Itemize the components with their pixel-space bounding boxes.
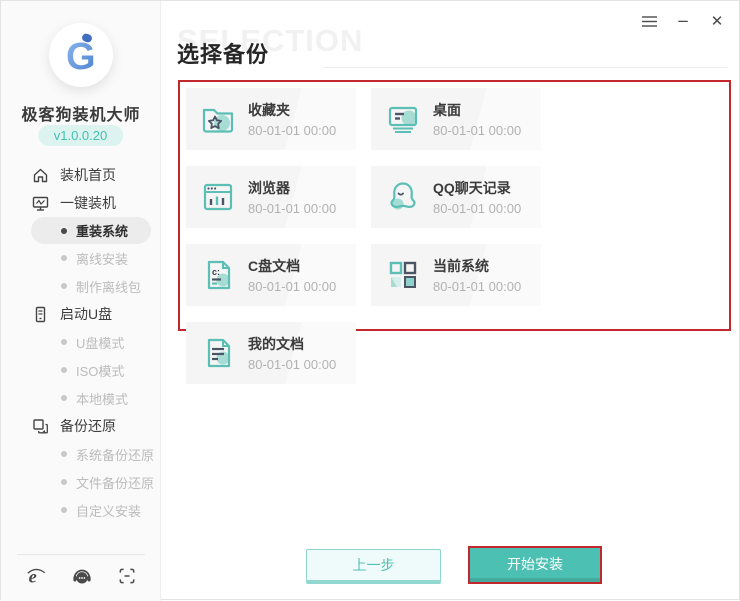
backup-item-time: 80-01-01 00:00 — [433, 201, 521, 216]
qr-scan-icon[interactable] — [117, 566, 137, 586]
c-drive-doc-icon: c: — [198, 255, 238, 295]
sidebar-item-label: 制作离线包 — [76, 277, 141, 296]
sidebar-item-label: 启动U盘 — [60, 304, 112, 324]
backup-card-desktop[interactable]: 桌面 80-01-01 00:00 — [371, 88, 541, 150]
backup-card-browser[interactable]: 浏览器 80-01-01 00:00 — [186, 166, 356, 228]
sidebar-item-system-backup-restore[interactable]: 系统备份还原 — [1, 440, 161, 468]
sidebar-item-one-key-install[interactable]: 一键装机 — [1, 189, 161, 217]
bullet-icon — [61, 283, 67, 289]
bullet-icon — [61, 479, 67, 485]
app-logo: G — [49, 23, 113, 87]
start-install-button[interactable]: 开始安装 — [468, 546, 602, 584]
bullet-icon — [61, 507, 67, 513]
backup-item-time: 80-01-01 00:00 — [433, 123, 521, 138]
sidebar-item-label: 本地模式 — [76, 389, 128, 408]
home-icon — [32, 167, 49, 184]
sidebar-item-label: 文件备份还原 — [76, 473, 154, 492]
sidebar-item-backup-restore[interactable]: 备份还原 — [1, 412, 161, 440]
sidebar: G 极客狗装机大师 v1.0.0.20 装机首页 一键装机 重装系统 离线安装 … — [1, 1, 161, 601]
sidebar-item-make-offline-pack[interactable]: 制作离线包 — [1, 272, 161, 300]
sidebar-item-offline-install[interactable]: 离线安装 — [1, 244, 161, 272]
sidebar-item-boot-usb[interactable]: 启动U盘 — [1, 300, 161, 328]
sidebar-footer-divider — [17, 554, 145, 555]
desktop-icon — [383, 99, 423, 139]
backup-card-favorites[interactable]: 收藏夹 80-01-01 00:00 — [186, 88, 356, 150]
backup-item-time: 80-01-01 00:00 — [433, 279, 521, 294]
backup-card-my-documents[interactable]: 我的文档 80-01-01 00:00 — [186, 322, 356, 384]
sidebar-item-label: 装机首页 — [60, 165, 116, 185]
svg-text:c:: c: — [212, 267, 220, 277]
dog-g-logo-icon: G — [58, 32, 104, 78]
sidebar-item-label: 一键装机 — [60, 193, 116, 213]
svg-text:G: G — [66, 36, 96, 78]
system-grid-icon — [383, 255, 423, 295]
backup-item-name: 当前系统 — [433, 256, 521, 276]
backup-card-current-system[interactable]: 当前系统 80-01-01 00:00 — [371, 244, 541, 306]
folder-star-icon — [198, 99, 238, 139]
previous-step-button[interactable]: 上一步 — [306, 549, 441, 584]
backup-selection-grid: 收藏夹 80-01-01 00:00 桌面 80-01-01 00:00 — [178, 80, 731, 331]
window-menu-button[interactable] — [639, 11, 659, 31]
sidebar-item-usb-mode[interactable]: U盘模式 — [1, 328, 161, 356]
backup-card-qq-chat[interactable]: QQ聊天记录 80-01-01 00:00 — [371, 166, 541, 228]
sidebar-item-file-backup-restore[interactable]: 文件备份还原 — [1, 468, 161, 496]
backup-item-time: 80-01-01 00:00 — [248, 201, 336, 216]
app-name: 极客狗装机大师 — [1, 101, 161, 125]
backup-item-name: 收藏夹 — [248, 100, 336, 120]
sidebar-item-label: 系统备份还原 — [76, 445, 154, 464]
bullet-icon — [61, 451, 67, 457]
bullet-icon — [61, 228, 67, 234]
backup-item-name: 我的文档 — [248, 334, 336, 354]
bullet-icon — [61, 339, 67, 345]
ie-browser-icon[interactable]: e — [25, 565, 47, 587]
page-title: 选择备份 — [177, 37, 269, 69]
browser-icon — [198, 177, 238, 217]
backup-restore-icon — [32, 418, 49, 435]
usb-drive-icon — [32, 306, 49, 323]
my-doc-icon — [198, 333, 238, 373]
sidebar-item-label: 自定义安装 — [76, 501, 141, 520]
sidebar-item-label: 备份还原 — [60, 416, 116, 436]
customer-service-icon[interactable] — [71, 565, 93, 587]
sidebar-item-local-mode[interactable]: 本地模式 — [1, 384, 161, 412]
backup-item-time: 80-01-01 00:00 — [248, 279, 336, 294]
backup-item-name: 浏览器 — [248, 178, 336, 198]
sidebar-footer: e — [1, 559, 161, 593]
sidebar-item-home[interactable]: 装机首页 — [1, 161, 161, 189]
hamburger-menu-icon — [642, 16, 657, 27]
title-divider — [323, 67, 727, 68]
backup-card-c-drive-docs[interactable]: c: C盘文档 80-01-01 00:00 — [186, 244, 356, 306]
sidebar-item-label: U盘模式 — [76, 333, 124, 352]
window-minimize-button[interactable]: − — [673, 11, 693, 31]
bullet-icon — [61, 255, 67, 261]
monitor-icon — [32, 195, 49, 212]
app-window: { "colors": { "accent_teal": "#4cc0b2", … — [0, 0, 740, 600]
backup-item-name: 桌面 — [433, 100, 521, 120]
backup-item-name: QQ聊天记录 — [433, 178, 521, 198]
qq-icon — [383, 177, 423, 217]
sidebar-item-label: 离线安装 — [76, 249, 128, 268]
sidebar-item-label: 重装系统 — [76, 221, 128, 240]
sidebar-item-custom-install[interactable]: 自定义安装 — [1, 496, 161, 524]
backup-item-time: 80-01-01 00:00 — [248, 357, 336, 372]
bullet-icon — [61, 367, 67, 373]
sidebar-item-iso-mode[interactable]: ISO模式 — [1, 356, 161, 384]
bullet-icon — [61, 395, 67, 401]
sidebar-item-reinstall-system[interactable]: 重装系统 — [31, 217, 151, 244]
sidebar-item-label: ISO模式 — [76, 361, 124, 380]
version-badge: v1.0.0.20 — [38, 125, 124, 146]
backup-item-time: 80-01-01 00:00 — [248, 123, 336, 138]
window-controls: − ✕ — [639, 11, 727, 31]
backup-item-name: C盘文档 — [248, 256, 336, 276]
window-close-button[interactable]: ✕ — [707, 11, 727, 31]
sidebar-menu: 装机首页 一键装机 重装系统 离线安装 制作离线包 启动U盘 U盘模式 ISO — [1, 161, 161, 524]
